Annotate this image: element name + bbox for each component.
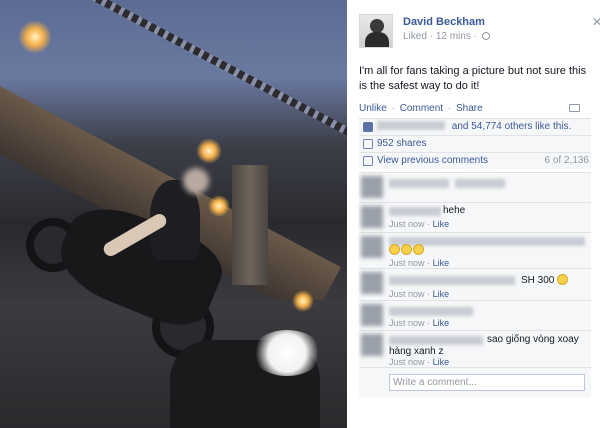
- commenter-name[interactable]: [389, 307, 473, 316]
- emoji-icon: [413, 244, 424, 255]
- meta-separator: ·: [427, 357, 431, 367]
- commenter-name[interactable]: [389, 179, 449, 188]
- share-icon[interactable]: [569, 104, 580, 112]
- street-light: [292, 290, 314, 312]
- overpass-railing: [86, 0, 347, 138]
- likes-row: and 54,774 others like this.: [359, 118, 591, 135]
- post-photo[interactable]: [0, 0, 347, 428]
- comments-icon: [363, 156, 373, 166]
- unlike-link[interactable]: Unlike: [359, 103, 387, 114]
- blurred-name: [377, 121, 445, 130]
- view-previous-row: View previous comments 6 of 2,136: [359, 152, 591, 169]
- comment-meta: Just now · Like: [389, 219, 449, 229]
- comment-text: hehe: [443, 205, 466, 216]
- feedback-summary: and 54,774 others like this. 952 shares …: [359, 118, 591, 169]
- comment-like-link[interactable]: Like: [433, 357, 450, 367]
- commenter-name[interactable]: [455, 179, 505, 188]
- meta-separator: ·: [427, 258, 431, 268]
- blurred-face: [183, 168, 209, 194]
- commenter-avatar[interactable]: [361, 176, 383, 198]
- post-time[interactable]: 12 mins: [436, 31, 471, 42]
- emoji-icon: [557, 274, 569, 285]
- meta-separator: ·: [429, 31, 434, 42]
- meta-separator: ·: [427, 318, 431, 328]
- likes-text[interactable]: and 54,774 others like this.: [452, 121, 572, 132]
- like-icon: [363, 122, 373, 132]
- comment-time[interactable]: Just now: [389, 289, 425, 299]
- shares-icon: [363, 139, 373, 149]
- comment-item: Just now · Like: [359, 232, 591, 268]
- avatar-body: [365, 32, 389, 47]
- author-avatar[interactable]: [359, 14, 393, 48]
- comment-time[interactable]: Just now: [389, 357, 425, 367]
- comment-text: sao giống vòng xoay: [487, 334, 579, 345]
- street-light: [18, 20, 52, 54]
- comment-meta: Just now · Like: [389, 357, 449, 367]
- meta-separator: ·: [427, 289, 431, 299]
- comment-meta: Just now · Like: [389, 318, 449, 328]
- comment-text-value: SH 300: [521, 275, 555, 286]
- comment-time[interactable]: Just now: [389, 318, 425, 328]
- meta-separator: ·: [427, 219, 431, 229]
- street-light: [196, 138, 222, 164]
- status-text: I'm all for fans taking a picture but no…: [359, 65, 587, 92]
- action-separator: ·: [391, 103, 395, 114]
- comment-meta: Just now · Like: [389, 289, 449, 299]
- comment-composer: [359, 367, 591, 397]
- commenter-avatar[interactable]: [361, 236, 383, 258]
- commenter-avatar[interactable]: [361, 334, 383, 356]
- comment-item: [359, 172, 591, 202]
- action-separator: ·: [447, 103, 452, 114]
- comment-like-link[interactable]: Like: [433, 318, 450, 328]
- meta-separator: ·: [473, 31, 477, 42]
- comment-text: SH 300: [521, 274, 569, 286]
- street-light: [208, 195, 230, 217]
- comments-pager: 6 of 2,136: [544, 155, 589, 166]
- view-previous-comments[interactable]: View previous comments: [377, 155, 488, 166]
- post-header: David Beckham Liked · 12 mins · ✕: [359, 14, 600, 54]
- comment-text: [389, 244, 425, 256]
- commenter-avatar[interactable]: [361, 304, 383, 326]
- comment-like-link[interactable]: Like: [433, 289, 450, 299]
- commenter-avatar[interactable]: [361, 206, 383, 228]
- commenter-avatar[interactable]: [361, 272, 383, 294]
- comment-text: hàng xanh z: [389, 346, 444, 357]
- emoji-icon: [389, 244, 400, 255]
- comment-time[interactable]: Just now: [389, 258, 425, 268]
- share-link[interactable]: Share: [456, 103, 483, 114]
- emoji-icon: [401, 244, 412, 255]
- shares-row: 952 shares: [359, 135, 591, 152]
- comment-meta: Just now · Like: [389, 258, 449, 268]
- comment-input[interactable]: [389, 374, 585, 391]
- comment-time[interactable]: Just now: [389, 219, 425, 229]
- avatar-head: [370, 19, 384, 33]
- author-name[interactable]: David Beckham: [403, 16, 485, 28]
- comment-link[interactable]: Comment: [400, 103, 443, 114]
- comment-item: SH 300 Just now · Like: [359, 268, 591, 300]
- commenter-name[interactable]: [389, 276, 515, 285]
- post-meta: Liked · 12 mins ·: [403, 31, 490, 42]
- headlight-glare: [252, 330, 322, 376]
- comment-item: Just now · Like: [359, 300, 591, 330]
- commenter-name[interactable]: [389, 207, 441, 216]
- shares-text[interactable]: 952 shares: [377, 138, 426, 149]
- post-actions: Unlike · Comment · Share: [359, 103, 591, 114]
- comment-like-link[interactable]: Like: [433, 258, 450, 268]
- post-panel: David Beckham Liked · 12 mins · ✕ I'm al…: [347, 0, 600, 428]
- commenter-name[interactable]: [389, 336, 483, 345]
- comment-item: hehe Just now · Like: [359, 202, 591, 232]
- close-icon[interactable]: ✕: [591, 16, 600, 28]
- globe-icon[interactable]: [481, 32, 490, 40]
- comment-like-link[interactable]: Like: [433, 219, 450, 229]
- comment-item: sao giống vòng xoay hàng xanh z Just now…: [359, 330, 591, 367]
- bridge-pillar: [232, 165, 268, 285]
- liked-label[interactable]: Liked: [403, 31, 427, 42]
